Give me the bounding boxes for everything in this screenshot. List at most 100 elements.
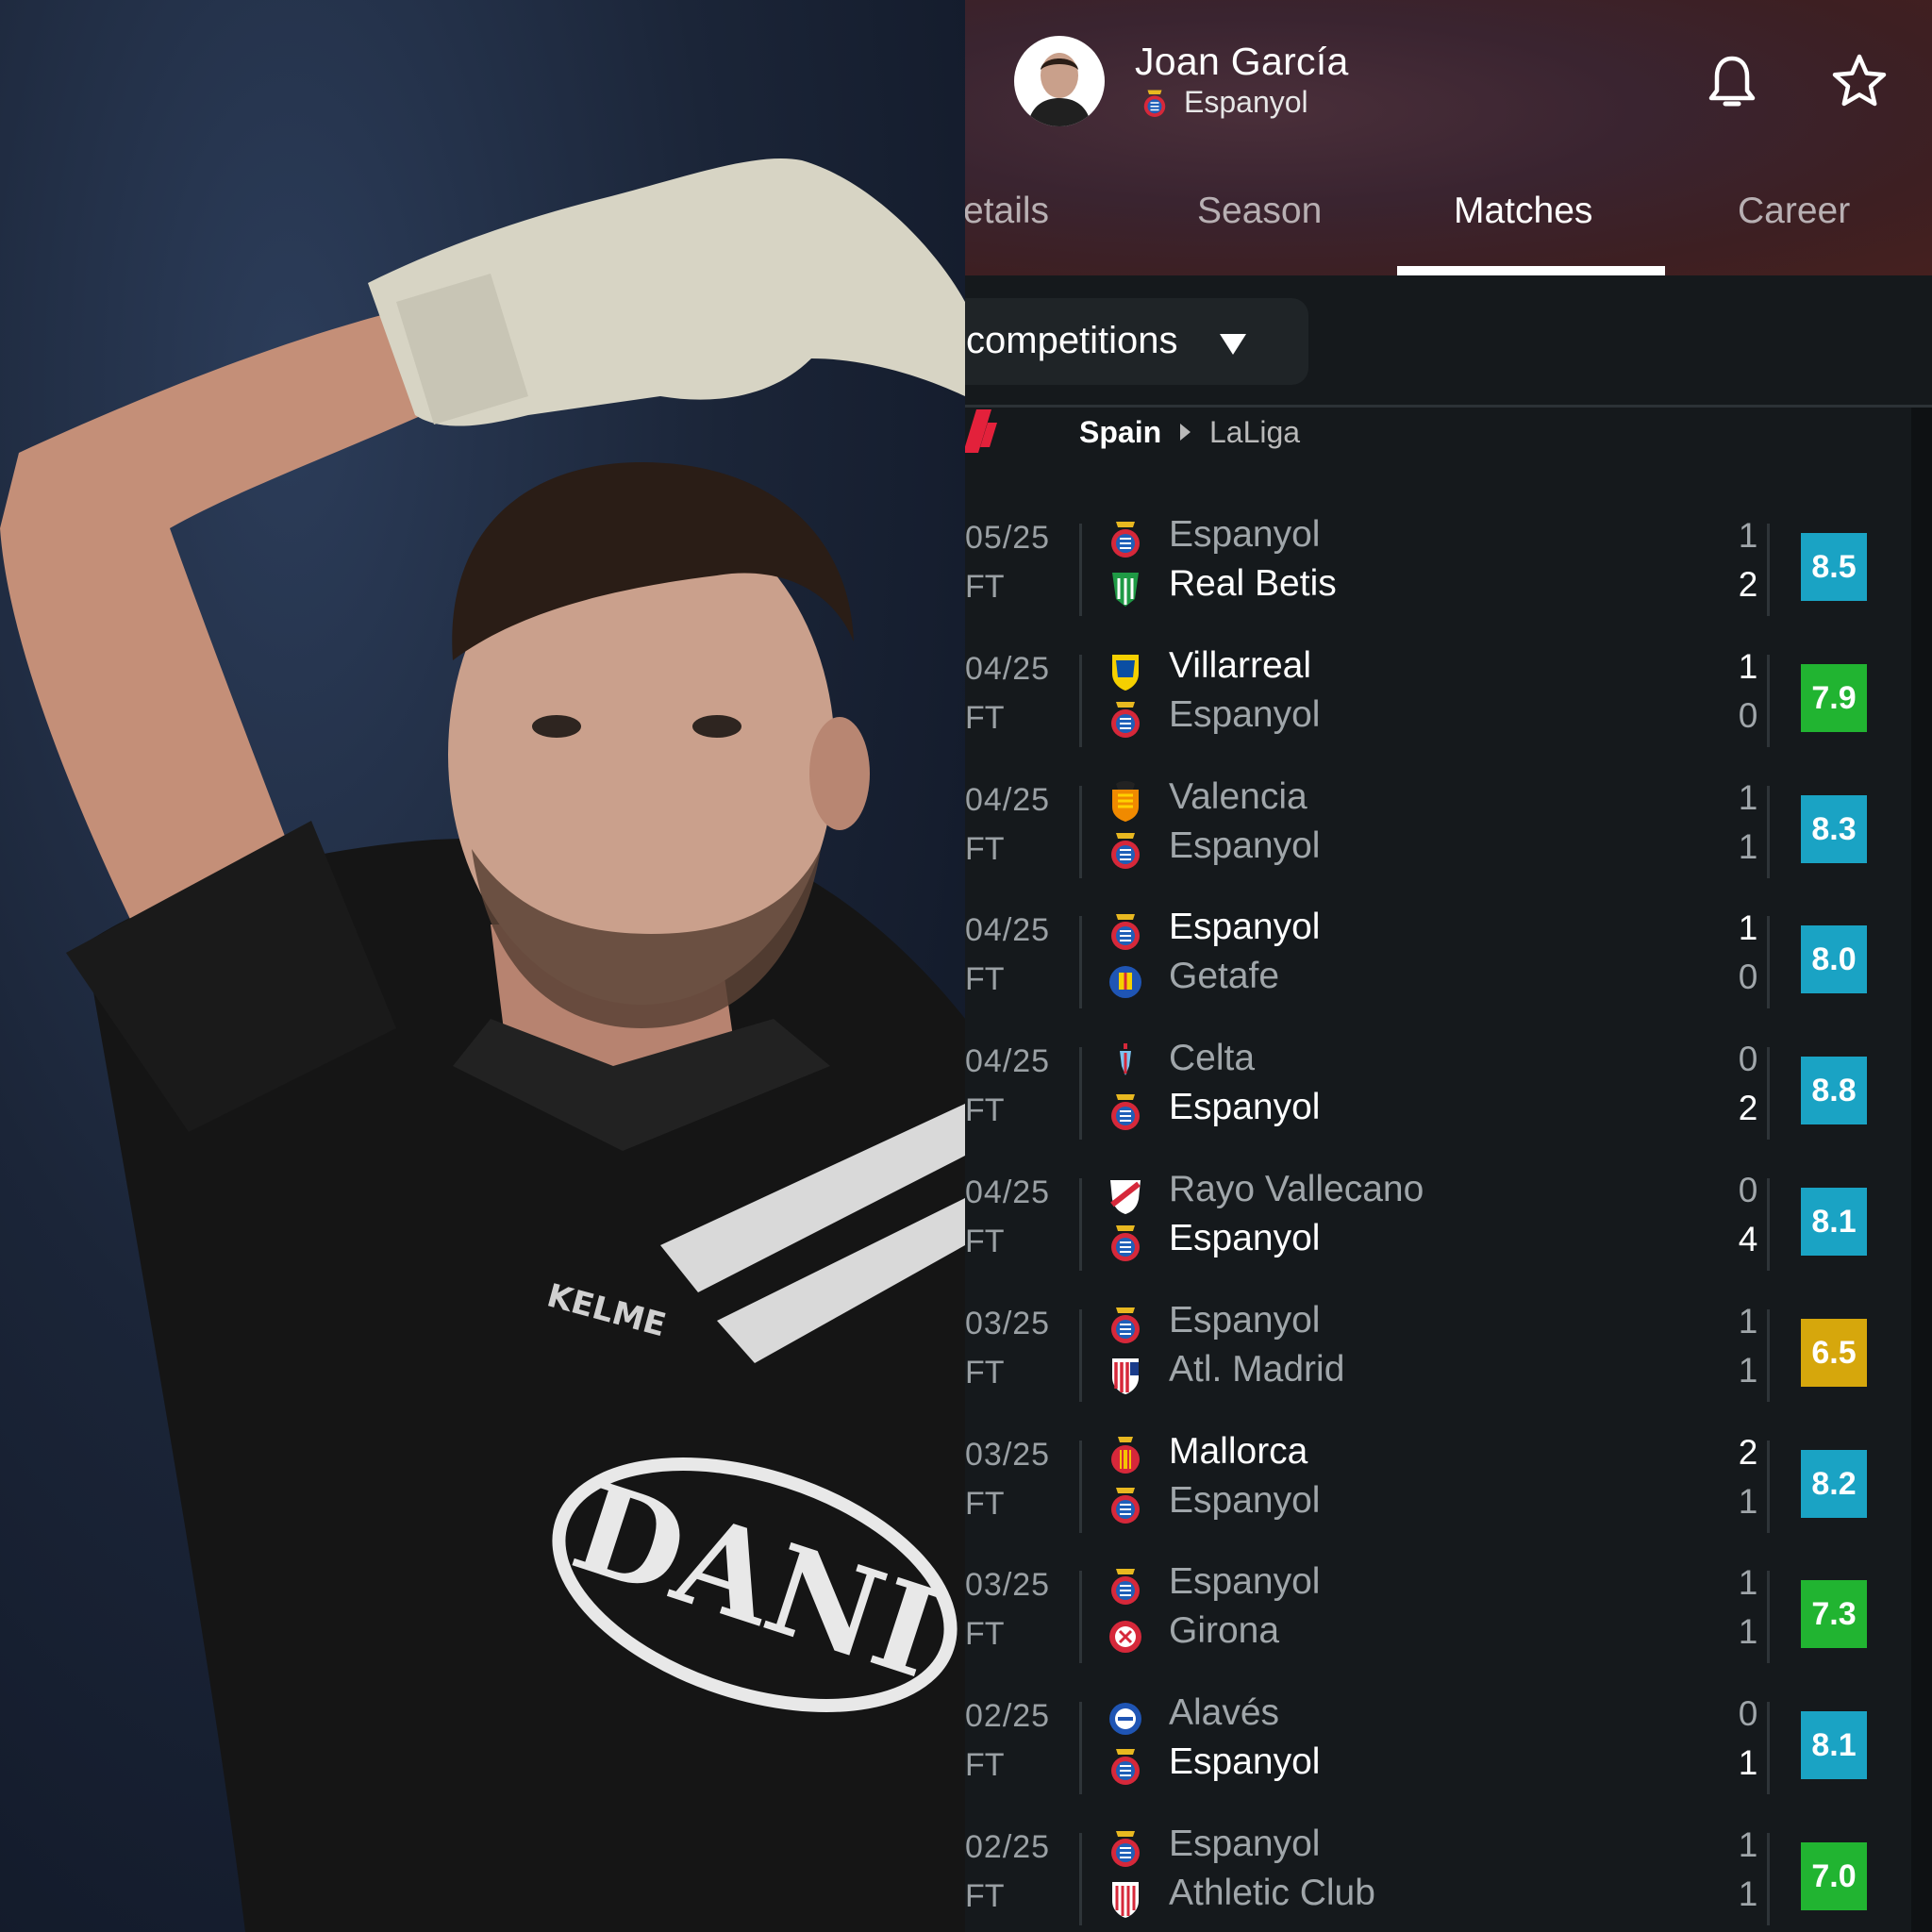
espanyol-crest-icon <box>1111 1749 1140 1786</box>
girona-crest-icon <box>1109 1621 1141 1654</box>
away-team-name: Espanyol <box>1169 1218 1321 1258</box>
home-team-name: Mallorca <box>1169 1430 1308 1472</box>
match-status: FT <box>965 1092 1005 1129</box>
match-date: 05/25 <box>965 520 1051 556</box>
row-divider <box>1079 1571 1082 1664</box>
home-team-name: Espanyol <box>1169 907 1321 948</box>
row-divider <box>1079 785 1082 878</box>
away-team-name: Girona <box>1169 1610 1280 1652</box>
espanyol-crest-icon <box>1111 1487 1140 1524</box>
dropdown-arrow-icon <box>1220 334 1246 355</box>
tab-details[interactable]: etails <box>965 191 1049 232</box>
breadcrumb-league[interactable]: LaLiga <box>1209 415 1300 450</box>
player-club[interactable]: Espanyol <box>1141 85 1308 120</box>
away-team-name: Espanyol <box>1169 1479 1321 1521</box>
away-team-name: Real Betis <box>1169 563 1337 604</box>
match-date: 03/25 <box>965 1567 1051 1604</box>
match-row[interactable]: 03/25 FT Espanyol Girona 1 1 7.3 <box>965 1561 1908 1697</box>
match-row[interactable]: 02/25 FT Alavés Espanyol 0 1 8.1 <box>965 1692 1908 1828</box>
match-row[interactable]: 02/25 FT Espanyol Athletic Club 1 1 7.0 <box>965 1824 1908 1932</box>
match-row[interactable]: 04/25 FT Valencia Espanyol 1 1 8.3 <box>965 776 1908 912</box>
tab-career[interactable]: Career <box>1738 191 1850 232</box>
row-divider <box>1079 654 1082 747</box>
row-divider <box>1079 916 1082 1009</box>
active-tab-indicator <box>1397 266 1665 275</box>
row-divider <box>1767 524 1770 616</box>
scrollbar-track[interactable] <box>1911 408 1932 1932</box>
player-rating-badge: 8.5 <box>1801 533 1867 601</box>
match-status: FT <box>965 1616 1005 1653</box>
celta-crest-icon <box>1120 1043 1131 1076</box>
player-rating-badge: 8.3 <box>1801 794 1867 863</box>
mallorca-crest-icon <box>1111 1436 1140 1474</box>
home-team-name: Valencia <box>1169 775 1307 817</box>
match-status: FT <box>965 1878 1005 1914</box>
away-team-name: Espanyol <box>1169 824 1321 866</box>
espanyol-crest-icon <box>1111 1307 1140 1343</box>
away-team-name: Atl. Madrid <box>1169 1348 1345 1390</box>
row-divider <box>1767 1833 1770 1925</box>
row-divider <box>1079 1047 1082 1141</box>
player-rating-badge: 7.3 <box>1801 1580 1867 1649</box>
match-status: FT <box>965 830 1005 867</box>
match-row[interactable]: 05/25 FT Espanyol Real Betis 1 2 8.5 <box>965 514 1908 650</box>
match-status: FT <box>965 1354 1005 1391</box>
home-team-name: Celta <box>1169 1038 1256 1079</box>
club-name: Espanyol <box>1184 85 1308 119</box>
betis-crest-icon <box>1112 573 1139 607</box>
bell-icon[interactable] <box>1707 53 1757 111</box>
player-rating-badge: 8.1 <box>1801 1711 1867 1780</box>
row-divider <box>1767 1047 1770 1141</box>
tab-season[interactable]: Season <box>1197 191 1322 232</box>
match-status: FT <box>965 1485 1005 1522</box>
player-rating-badge: 8.1 <box>1801 1188 1867 1256</box>
espanyol-crest-icon <box>1111 914 1140 951</box>
match-date: 02/25 <box>965 1829 1051 1865</box>
tab-bar: etails Season Matches Career <box>965 179 1932 275</box>
away-team-name: Espanyol <box>1169 693 1321 735</box>
espanyol-crest-icon <box>1111 1569 1140 1606</box>
row-divider <box>1079 1308 1082 1402</box>
row-divider <box>1767 785 1770 878</box>
away-team-name: Espanyol <box>1169 1087 1321 1128</box>
match-row[interactable]: 04/25 FT Rayo Vallecano Espanyol 0 4 8.1 <box>965 1169 1908 1305</box>
home-team-name: Espanyol <box>1169 514 1321 555</box>
home-team-name: Villarreal <box>1169 644 1312 686</box>
match-status: FT <box>965 699 1005 736</box>
goalkeeper-illustration: DANI KELME <box>0 158 965 1932</box>
row-divider <box>1767 916 1770 1009</box>
away-team-name: Getafe <box>1169 956 1280 997</box>
player-rating-badge: 7.9 <box>1801 663 1867 732</box>
player-avatar <box>1014 36 1105 126</box>
tab-matches[interactable]: Matches <box>1454 191 1592 232</box>
match-row[interactable]: 04/25 FT Celta Espanyol 0 2 8.8 <box>965 1038 1908 1174</box>
match-date: 04/25 <box>965 1043 1051 1080</box>
match-row[interactable]: 03/25 FT Mallorca Espanyol 2 1 8.2 <box>965 1431 1908 1567</box>
rayo-crest-icon <box>1110 1180 1141 1214</box>
row-divider <box>1767 1308 1770 1402</box>
espanyol-crest-icon <box>1111 522 1140 558</box>
home-team-name: Rayo Vallecano <box>1169 1169 1424 1209</box>
breadcrumb-country[interactable]: Spain <box>1079 415 1161 450</box>
match-date: 04/25 <box>965 912 1051 949</box>
competition-filter-label: competitions <box>966 320 1178 361</box>
match-date: 03/25 <box>965 1305 1051 1341</box>
row-divider <box>1767 1702 1770 1795</box>
away-team-name: Espanyol <box>1169 1741 1321 1783</box>
player-photo: DANI KELME <box>0 0 965 1932</box>
row-divider <box>1767 1440 1770 1533</box>
match-date: 04/25 <box>965 781 1051 818</box>
breadcrumb-chevron-icon <box>1180 424 1191 441</box>
star-icon[interactable] <box>1831 53 1888 109</box>
player-matches-screen: Joan García Espanyol etails Season Match… <box>965 0 1932 1932</box>
match-status: FT <box>965 1747 1005 1784</box>
match-row[interactable]: 03/25 FT Espanyol Atl. Madrid 1 1 6.5 <box>965 1300 1908 1436</box>
match-date: 04/25 <box>965 650 1051 687</box>
match-row[interactable]: 04/25 FT Villarreal Espanyol 1 0 7.9 <box>965 645 1908 781</box>
row-divider <box>1079 1833 1082 1925</box>
match-row[interactable]: 04/25 FT Espanyol Getafe 1 0 8.0 <box>965 907 1908 1042</box>
match-date: 03/25 <box>965 1436 1051 1473</box>
match-date: 04/25 <box>965 1174 1051 1210</box>
row-divider <box>1079 524 1082 616</box>
home-team-name: Espanyol <box>1169 1299 1321 1341</box>
